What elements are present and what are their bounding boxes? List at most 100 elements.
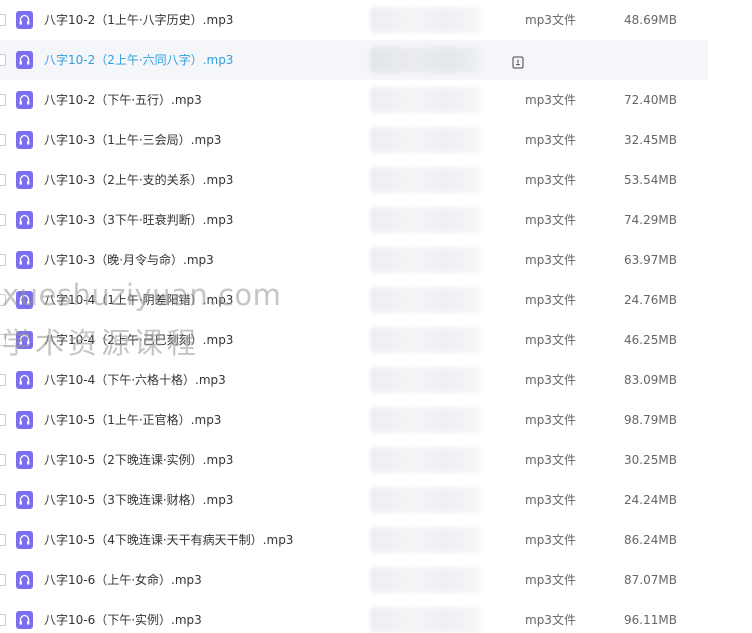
blurred-modified-date [370, 127, 480, 153]
file-row[interactable]: 八字10-5（2下晚连课·实例）.mp3 mp3文件 30.25MB [0, 440, 708, 480]
file-row[interactable]: 八字10-4（下午·六格十格）.mp3 mp3文件 83.09MB [0, 360, 708, 400]
audio-file-icon [16, 91, 33, 109]
row-checkbox[interactable] [0, 414, 6, 426]
file-row[interactable]: 八字10-5（1上午·正官格）.mp3 mp3文件 98.79MB [0, 400, 708, 440]
file-type: mp3文件 [525, 573, 576, 587]
blurred-modified-date [370, 607, 480, 633]
row-checkbox[interactable] [0, 254, 6, 266]
file-size: 74.29MB [624, 213, 677, 227]
blurred-modified-date [370, 287, 480, 313]
file-size: 24.24MB [624, 493, 677, 507]
row-checkbox[interactable] [0, 494, 6, 506]
file-name[interactable]: 八字10-3（3下午·旺衰判断）.mp3 [44, 200, 233, 240]
file-type: mp3文件 [525, 373, 576, 387]
blurred-modified-date [370, 447, 480, 473]
blurred-modified-date [370, 247, 480, 273]
file-row[interactable]: 八字10-3（晚·月令与命）.mp3 mp3文件 63.97MB [0, 240, 708, 280]
row-checkbox[interactable] [0, 454, 6, 466]
file-name[interactable]: 八字10-5（3下晚连课·财格）.mp3 [44, 480, 233, 520]
audio-file-icon [16, 251, 33, 269]
audio-file-icon [16, 571, 33, 589]
file-name[interactable]: 八字10-6（上午·女命）.mp3 [44, 560, 202, 600]
audio-file-icon [16, 11, 33, 29]
row-checkbox[interactable] [0, 134, 6, 146]
file-row[interactable]: 八字10-5（3下晚连课·财格）.mp3 mp3文件 24.24MB [0, 480, 708, 520]
file-name[interactable]: 八字10-5（4下晚连课·天干有病天干制）.mp3 [44, 520, 293, 560]
file-type: mp3文件 [525, 613, 576, 627]
file-type: mp3文件 [525, 533, 576, 547]
file-size: 53.54MB [624, 173, 677, 187]
blurred-modified-date [370, 567, 480, 593]
audio-file-icon [16, 131, 33, 149]
file-type: mp3文件 [525, 493, 576, 507]
file-row[interactable]: 八字10-3（1上午·三会局）.mp3 mp3文件 32.45MB [0, 120, 708, 160]
file-name[interactable]: 八字10-2（1上午·八字历史）.mp3 [44, 0, 233, 40]
file-type: mp3文件 [525, 213, 576, 227]
download-icon[interactable] [512, 54, 524, 69]
blurred-modified-date [370, 367, 480, 393]
file-type: mp3文件 [525, 253, 576, 267]
file-name[interactable]: 八字10-3（晚·月令与命）.mp3 [44, 240, 214, 280]
blurred-modified-date [370, 87, 480, 113]
file-name[interactable]: 八字10-6（下午·实例）.mp3 [44, 600, 202, 633]
audio-file-icon [16, 611, 33, 629]
file-name[interactable]: 八字10-3（1上午·三会局）.mp3 [44, 120, 221, 160]
row-checkbox[interactable] [0, 174, 6, 186]
blurred-modified-date [370, 527, 480, 553]
file-name[interactable]: 八字10-2（下午·五行）.mp3 [44, 80, 202, 120]
row-checkbox[interactable] [0, 14, 6, 26]
file-size: 46.25MB [624, 333, 677, 347]
audio-file-icon [16, 451, 33, 469]
file-row[interactable]: 八字10-2（1上午·八字历史）.mp3 mp3文件 48.69MB [0, 0, 708, 40]
audio-file-icon [16, 411, 33, 429]
blurred-modified-date [370, 47, 480, 73]
row-checkbox[interactable] [0, 614, 6, 626]
file-name[interactable]: 八字10-5（2下晚连课·实例）.mp3 [44, 440, 233, 480]
file-type: mp3文件 [525, 293, 576, 307]
audio-file-icon [16, 51, 33, 69]
file-type: mp3文件 [525, 133, 576, 147]
file-size: 32.45MB [624, 133, 677, 147]
file-row[interactable]: 八字10-2（下午·五行）.mp3 mp3文件 72.40MB [0, 80, 708, 120]
file-size: 83.09MB [624, 373, 677, 387]
file-type: mp3文件 [525, 13, 576, 27]
file-row[interactable]: 八字10-6（上午·女命）.mp3 mp3文件 87.07MB [0, 560, 708, 600]
file-row[interactable]: 八字10-2（2上午·六同八字）.mp3 [0, 40, 708, 80]
blurred-modified-date [370, 7, 480, 33]
row-checkbox[interactable] [0, 374, 6, 386]
file-row[interactable]: 八字10-3（3下午·旺衰判断）.mp3 mp3文件 74.29MB [0, 200, 708, 240]
audio-file-icon [16, 531, 33, 549]
file-type: mp3文件 [525, 413, 576, 427]
file-size: 87.07MB [624, 573, 677, 587]
watermark-text: 学术资源课程 [2, 326, 201, 360]
row-checkbox[interactable] [0, 534, 6, 546]
file-size: 63.97MB [624, 253, 677, 267]
row-checkbox[interactable] [0, 214, 6, 226]
file-name[interactable]: 八字10-4（下午·六格十格）.mp3 [44, 360, 226, 400]
blurred-modified-date [370, 167, 480, 193]
file-name[interactable]: 八字10-5（1上午·正官格）.mp3 [44, 400, 221, 440]
row-checkbox[interactable] [0, 54, 6, 66]
file-type: mp3文件 [525, 173, 576, 187]
file-row[interactable]: 八字10-5（4下晚连课·天干有病天干制）.mp3 mp3文件 86.24MB [0, 520, 708, 560]
file-row[interactable]: 八字10-3（2上午·支的关系）.mp3 mp3文件 53.54MB [0, 160, 708, 200]
file-type: mp3文件 [525, 93, 576, 107]
blurred-modified-date [370, 207, 480, 233]
blurred-modified-date [370, 407, 480, 433]
row-checkbox[interactable] [0, 574, 6, 586]
file-size: 96.11MB [624, 613, 677, 627]
file-name[interactable]: 八字10-2（2上午·六同八字）.mp3 [44, 40, 233, 80]
file-size: 30.25MB [624, 453, 677, 467]
file-type: mp3文件 [525, 453, 576, 467]
blurred-modified-date [370, 327, 480, 353]
blurred-modified-date [370, 487, 480, 513]
audio-file-icon [16, 211, 33, 229]
file-name[interactable]: 八字10-3（2上午·支的关系）.mp3 [44, 160, 233, 200]
file-list: 八字10-2（1上午·八字历史）.mp3 mp3文件 48.69MB 八字10-2（2… [0, 0, 752, 633]
file-size: 72.40MB [624, 93, 677, 107]
row-checkbox[interactable] [0, 94, 6, 106]
file-size: 98.79MB [624, 413, 677, 427]
file-row[interactable]: 八字10-6（下午·实例）.mp3 mp3文件 96.11MB [0, 600, 708, 633]
file-size: 86.24MB [624, 533, 677, 547]
audio-file-icon [16, 491, 33, 509]
